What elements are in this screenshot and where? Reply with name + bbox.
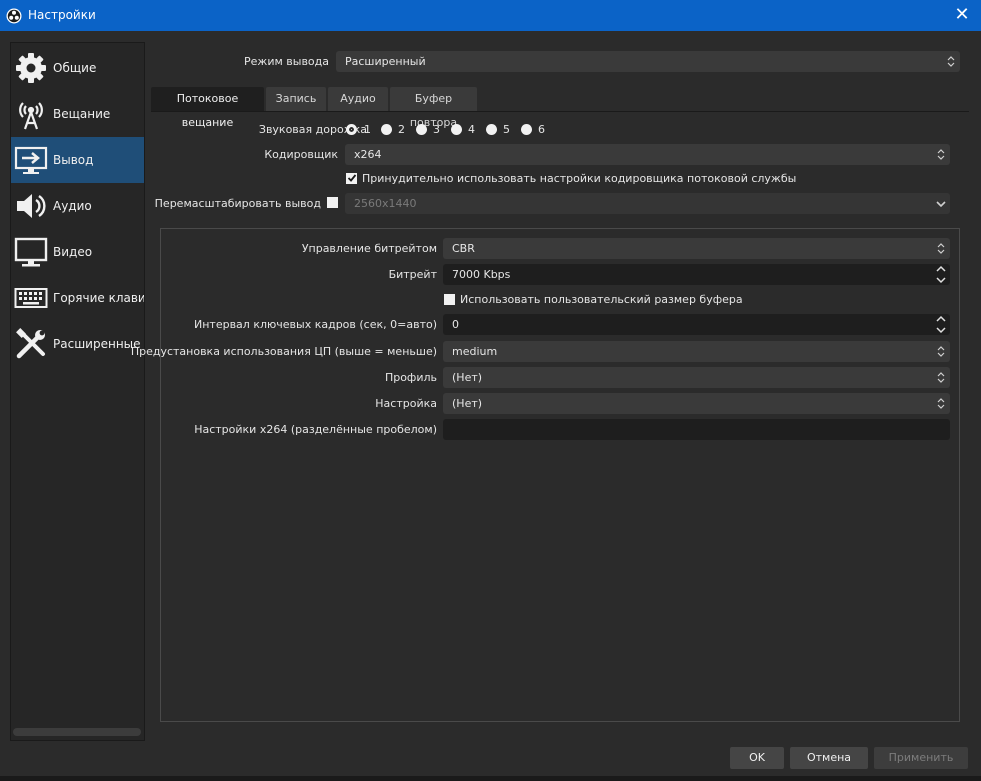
tab-streaming[interactable]: Потоковое вещание <box>151 87 264 129</box>
sidebar-item-output[interactable]: Вывод <box>11 137 144 183</box>
tune-select[interactable]: (Нет) <box>443 393 950 414</box>
broadcast-icon <box>13 96 49 132</box>
sidebar-item-general[interactable]: Общие <box>11 45 144 91</box>
bitrate-spinbox[interactable]: 7000 Kbps <box>443 264 950 285</box>
tab-recording[interactable]: Запись <box>266 87 326 111</box>
tab-divider <box>151 111 969 112</box>
encoder-value: x264 <box>354 148 382 161</box>
output-mode-value: Расширенный <box>345 55 426 68</box>
enforce-settings-label: Принудительно использовать настройки код… <box>362 172 797 185</box>
cancel-button[interactable]: Отмена <box>790 747 868 769</box>
custom-buffer-label: Использовать пользовательский размер буф… <box>460 293 743 306</box>
cpu-preset-value: medium <box>452 345 498 358</box>
updown-arrow-icon <box>937 243 945 254</box>
spin-down-icon[interactable] <box>934 275 948 285</box>
keyframe-interval-label: Интервал ключевых кадров (сек, 0=авто) <box>194 318 437 331</box>
custom-buffer-checkbox[interactable] <box>444 294 455 305</box>
tools-icon <box>13 326 49 362</box>
tab-audio[interactable]: Аудио <box>328 87 388 111</box>
sidebar-item-label: Общие <box>53 61 97 75</box>
sidebar-item-stream[interactable]: Вещание <box>11 91 144 137</box>
window-title: Настройки <box>28 8 96 22</box>
bitrate-value: 7000 Kbps <box>452 268 511 281</box>
profile-label: Профиль <box>384 371 437 384</box>
spin-down-icon[interactable] <box>934 325 948 335</box>
encoder-select[interactable]: x264 <box>345 144 950 165</box>
sidebar-item-audio[interactable]: Аудио <box>11 183 144 229</box>
bitrate-label: Битрейт <box>388 268 437 281</box>
keyframe-interval-value: 0 <box>452 318 459 331</box>
radio-track-1[interactable] <box>346 124 357 135</box>
radio-track-3-label: 3 <box>433 123 440 136</box>
sidebar-item-label: Вещание <box>53 107 111 121</box>
monitor-icon <box>13 234 49 270</box>
window-bottom-edge <box>0 776 981 781</box>
sidebar-item-video[interactable]: Видео <box>11 229 144 275</box>
updown-arrow-icon <box>937 149 945 160</box>
apply-button[interactable]: Применить <box>874 747 968 769</box>
gear-icon <box>13 50 49 86</box>
sidebar-item-hotkeys[interactable]: Горячие клавиш <box>11 275 145 321</box>
output-icon <box>13 142 49 178</box>
radio-track-4-label: 4 <box>468 123 475 136</box>
rescale-label: Перемасштабировать вывод <box>154 197 321 210</box>
rate-control-select[interactable]: CBR <box>443 238 950 259</box>
radio-track-1-label: 1 <box>364 123 371 136</box>
updown-arrow-icon <box>947 56 955 67</box>
rate-control-label: Управление битрейтом <box>301 242 437 255</box>
rate-control-value: CBR <box>452 242 475 255</box>
encoder-label: Кодировщик <box>264 148 338 161</box>
checkmark-icon <box>347 174 357 182</box>
spin-up-icon[interactable] <box>934 264 948 274</box>
radio-track-2-label: 2 <box>398 123 405 136</box>
sidebar-scrollbar[interactable] <box>13 728 141 736</box>
radio-track-6[interactable] <box>521 124 532 135</box>
rescale-value: 2560x1440 <box>354 197 417 210</box>
cpu-preset-select[interactable]: medium <box>443 341 950 362</box>
radio-track-4[interactable] <box>451 124 462 135</box>
rescale-resolution-select[interactable]: 2560x1440 <box>345 193 950 214</box>
tune-value: (Нет) <box>452 397 483 410</box>
radio-track-2[interactable] <box>381 124 392 135</box>
x264-options-input[interactable] <box>443 419 950 440</box>
sidebar-item-label: Горячие клавиш <box>53 291 145 305</box>
tune-label: Настройка <box>375 397 437 410</box>
chevron-down-icon <box>936 201 946 208</box>
enforce-settings-checkbox[interactable] <box>346 173 357 184</box>
speaker-icon <box>13 188 49 224</box>
updown-arrow-icon <box>937 372 945 383</box>
ok-button[interactable]: OK <box>730 747 784 769</box>
sidebar-item-label: Расширенные <box>53 337 141 351</box>
obs-logo-icon <box>6 8 22 24</box>
sidebar-item-label: Аудио <box>53 199 92 213</box>
spin-up-icon[interactable] <box>934 314 948 324</box>
sidebar-item-label: Вывод <box>53 153 94 167</box>
rescale-checkbox[interactable] <box>327 197 338 208</box>
sidebar-item-label: Видео <box>53 245 93 259</box>
profile-value: (Нет) <box>452 371 483 384</box>
keyframe-interval-spinbox[interactable]: 0 <box>443 314 950 335</box>
radio-track-5-label: 5 <box>503 123 510 136</box>
output-mode-select[interactable]: Расширенный <box>336 51 960 72</box>
radio-track-3[interactable] <box>416 124 427 135</box>
radio-track-6-label: 6 <box>538 123 545 136</box>
profile-select[interactable]: (Нет) <box>443 367 950 388</box>
sidebar-item-advanced[interactable]: Расширенные <box>11 321 144 367</box>
radio-track-5[interactable] <box>486 124 497 135</box>
title-bar: Настройки ✕ <box>0 0 981 31</box>
updown-arrow-icon <box>937 346 945 357</box>
tab-replay-buffer[interactable]: Буфер повтора <box>390 87 477 129</box>
close-icon[interactable]: ✕ <box>951 4 973 26</box>
updown-arrow-icon <box>937 398 945 409</box>
output-mode-label: Режим вывода <box>244 55 329 68</box>
x264-options-label: Настройки x264 (разделённые пробелом) <box>194 423 437 436</box>
settings-sidebar: Общие Вещание Вывод Аудио Видео Горячие … <box>10 42 145 741</box>
cpu-preset-label: Предустановка использования ЦП (выше = м… <box>130 345 437 358</box>
keyboard-icon <box>13 280 49 316</box>
